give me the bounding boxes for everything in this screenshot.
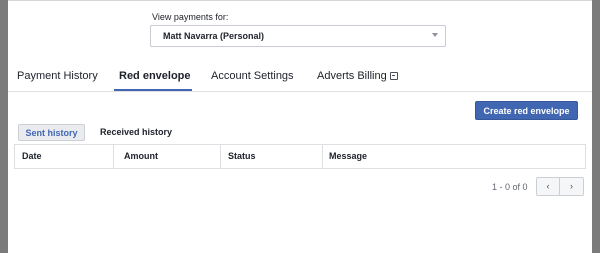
- column-divider: [322, 145, 323, 168]
- account-select[interactable]: Matt Navarra (Personal): [150, 25, 446, 47]
- create-red-envelope-button[interactable]: Create red envelope: [475, 101, 578, 120]
- column-divider: [220, 145, 221, 168]
- tabs-divider: [8, 91, 592, 92]
- tab-red-envelope[interactable]: Red envelope: [119, 70, 191, 82]
- dialog-top-border: [8, 0, 592, 1]
- view-payments-label: View payments for:: [152, 12, 229, 22]
- chevron-right-icon: ›: [570, 181, 573, 191]
- backdrop-left: [0, 0, 8, 253]
- column-divider: [113, 145, 114, 168]
- next-page-button[interactable]: ›: [560, 177, 584, 196]
- backdrop-right: [592, 0, 600, 253]
- column-header-date[interactable]: Date: [22, 145, 42, 168]
- subtab-received-history[interactable]: Received history: [100, 124, 172, 141]
- column-header-message[interactable]: Message: [329, 145, 367, 168]
- tab-adverts-billing[interactable]: Adverts Billing: [317, 70, 387, 82]
- history-table: Date Amount Status Message: [14, 144, 586, 169]
- column-header-amount[interactable]: Amount: [124, 145, 158, 168]
- account-select-value: Matt Navarra (Personal): [163, 31, 265, 41]
- payments-dialog: View payments for: Matt Navarra (Persona…: [8, 0, 592, 253]
- external-link-icon: [390, 72, 398, 80]
- column-header-status[interactable]: Status: [228, 145, 256, 168]
- chevron-left-icon: ‹: [546, 181, 550, 191]
- subtab-sent-history[interactable]: Sent history: [18, 124, 85, 141]
- previous-page-button[interactable]: ‹: [536, 177, 560, 196]
- tab-payment-history[interactable]: Payment History: [17, 70, 98, 82]
- pagination-info: 1 - 0 of 0: [492, 182, 528, 192]
- chevron-down-icon: [432, 33, 438, 37]
- tab-account-settings[interactable]: Account Settings: [211, 70, 294, 82]
